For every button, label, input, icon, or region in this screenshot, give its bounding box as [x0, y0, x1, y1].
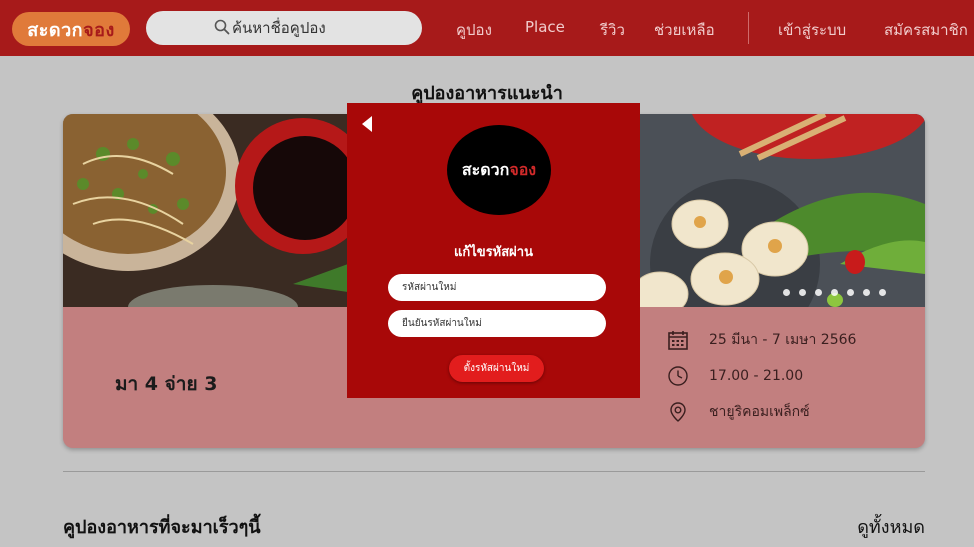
search-placeholder: ค้นหาชื่อคูปอง: [232, 19, 326, 37]
carousel-dot[interactable]: [847, 289, 854, 296]
carousel-dot[interactable]: [799, 289, 806, 296]
location-pin-icon: [670, 402, 686, 422]
nav-place[interactable]: Place: [525, 18, 565, 36]
carousel-dots[interactable]: [783, 289, 895, 296]
top-navbar: สะดวก จอง ค้นหาชื่อคูปอง คูปอง Place รีวิ…: [0, 0, 974, 56]
carousel-dot[interactable]: [863, 289, 870, 296]
nav-divider: [748, 12, 749, 44]
carousel-dot[interactable]: [783, 289, 790, 296]
upcoming-title: คูปองอาหารที่จะมาเร็วๆนี้: [63, 517, 261, 538]
new-password-field[interactable]: [388, 274, 606, 301]
carousel-dot[interactable]: [831, 289, 838, 296]
back-arrow-icon[interactable]: [360, 115, 374, 133]
location-row: ชายูริคอมเพล็กซ์: [667, 401, 810, 423]
view-all-link[interactable]: ดูทั้งหมด: [857, 512, 925, 541]
register-link[interactable]: สมัครสมาชิก: [884, 18, 968, 42]
date-range: 25 มีนา - 7 เมษา 2566: [709, 332, 857, 348]
logo-text-main: สะดวก: [27, 19, 84, 41]
set-password-button[interactable]: ตั้งรหัสผ่านใหม่: [449, 355, 544, 382]
food-image-noodles: [63, 114, 348, 307]
carousel-dot[interactable]: [879, 289, 886, 296]
modal-logo-main: สะดวก: [461, 159, 510, 179]
modal-logo: สะดวก จอง: [447, 125, 551, 215]
nav-help[interactable]: ช่วยเหลือ: [654, 18, 715, 42]
modal-logo-accent: จอง: [509, 159, 537, 179]
confirm-password-field[interactable]: [388, 310, 606, 337]
food-image-dumplings: [640, 114, 925, 307]
promo-title: มา 4 จ่าย 3: [115, 373, 218, 395]
location-text: ชายูริคอมเพล็กซ์: [709, 404, 810, 420]
section-divider: [63, 471, 925, 472]
reset-password-modal: สะดวก จอง แก้ไขรหัสผ่าน ตั้งรหัสผ่านใหม่: [347, 103, 640, 398]
search-bar[interactable]: ค้นหาชื่อคูปอง: [146, 11, 422, 45]
nav-coupon[interactable]: คูปอง: [456, 18, 492, 42]
nav-review[interactable]: รีวิว: [600, 18, 625, 42]
calendar-icon: [668, 331, 688, 350]
carousel-dot[interactable]: [815, 289, 822, 296]
time-row: 17.00 - 21.00: [667, 365, 803, 387]
login-link[interactable]: เข้าสู่ระบบ: [778, 18, 846, 42]
date-row: 25 มีนา - 7 เมษา 2566: [667, 329, 856, 351]
clock-icon: [668, 366, 688, 386]
logo-text-accent: จอง: [83, 19, 115, 41]
time-range: 17.00 - 21.00: [709, 368, 804, 384]
search-icon: [214, 19, 230, 35]
modal-title: แก้ไขรหัสผ่าน: [454, 245, 533, 260]
brand-logo[interactable]: สะดวก จอง: [12, 12, 130, 46]
